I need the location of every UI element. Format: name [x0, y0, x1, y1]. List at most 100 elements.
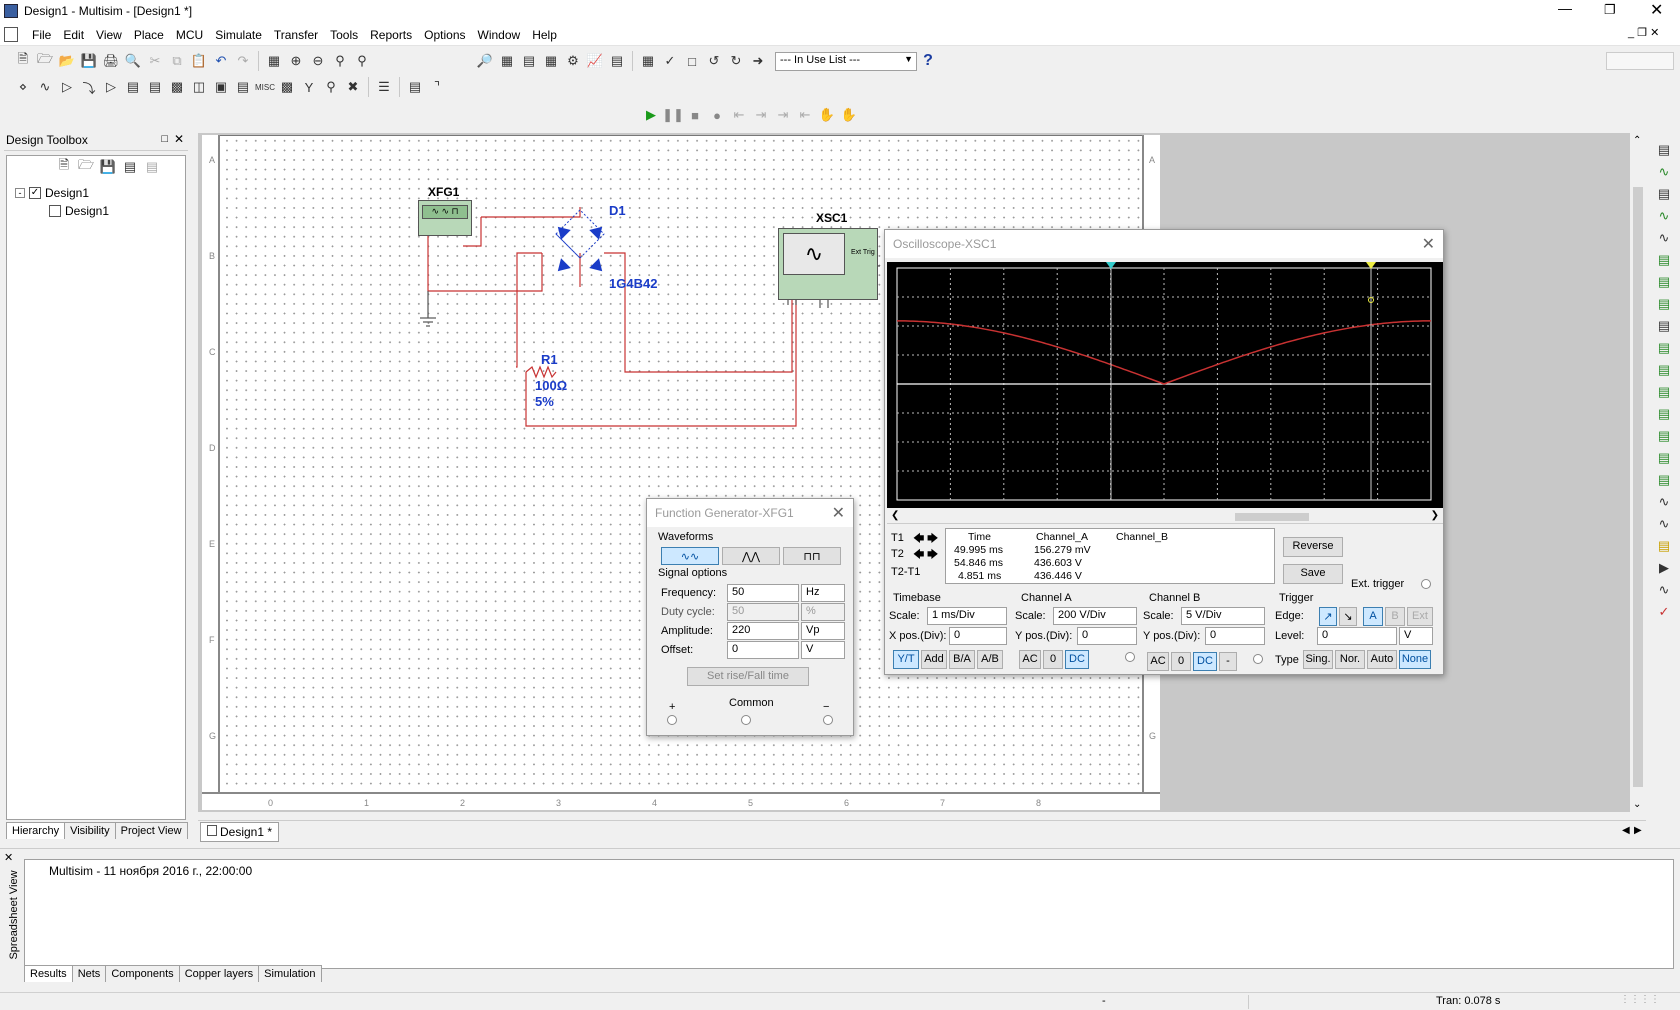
fgen-close-icon[interactable]: ✕ [832, 503, 845, 523]
scroll-right-icon[interactable]: ❯ [1431, 510, 1439, 521]
bode-plotter-icon[interactable]: ▤ [1654, 250, 1674, 270]
level-input[interactable]: 0 [1317, 627, 1397, 645]
offset-unit[interactable]: V [801, 641, 845, 659]
level-unit[interactable]: V [1399, 627, 1433, 645]
logic-converter-icon[interactable]: ▤ [1654, 316, 1674, 336]
set-rise-fall-button[interactable]: Set rise/Fall time [687, 667, 809, 686]
network-analyzer-icon[interactable]: ▤ [1654, 426, 1674, 446]
tab-project-view[interactable]: Project View [114, 822, 188, 839]
frequency-counter-icon[interactable]: ▤ [1654, 272, 1674, 292]
rising-edge-button[interactable]: ↗ [1319, 607, 1337, 626]
cha-ypos-input[interactable]: 0 [1077, 627, 1137, 645]
scroll-up-icon[interactable]: ⌃ [1633, 135, 1641, 146]
scope-scrollbar[interactable]: ❮ ❯ [887, 510, 1443, 524]
tab-scroll-right-icon[interactable]: ▶ [1634, 825, 1642, 836]
normal-button[interactable]: Nor. [1335, 650, 1365, 669]
auto-button[interactable]: Auto [1367, 650, 1397, 669]
trigger-b-button[interactable]: B [1385, 607, 1405, 626]
frequency-input[interactable]: 50 [727, 584, 799, 602]
oscilloscope-icon[interactable]: ∿ [1654, 206, 1674, 226]
t2-right-icon[interactable]: 🡆 [927, 546, 938, 565]
cha-scale-input[interactable]: 200 V/Div [1053, 607, 1137, 625]
distortion-analyzer-icon[interactable]: ▤ [1654, 382, 1674, 402]
spreadsheet-close-icon[interactable]: ✕ [4, 851, 13, 864]
chb-scale-input[interactable]: 5 V/Div [1181, 607, 1265, 625]
tab-hierarchy[interactable]: Hierarchy [6, 822, 66, 839]
wattmeter-icon[interactable]: ▤ [1654, 184, 1674, 204]
scope-close-icon[interactable]: ✕ [1422, 234, 1435, 254]
offset-input[interactable]: 0 [727, 641, 799, 659]
chb-minus-button[interactable]: - [1219, 652, 1237, 671]
tab-components[interactable]: Components [105, 965, 180, 982]
single-button[interactable]: Sing. [1303, 650, 1333, 669]
none-button[interactable]: None [1399, 650, 1431, 669]
common-terminal[interactable] [741, 715, 751, 725]
tektronix-scope-icon[interactable]: ∿ [1654, 514, 1674, 534]
tab-scroll-left-icon[interactable]: ◀ [1622, 825, 1630, 836]
scroll-down-icon[interactable]: ⌄ [1633, 799, 1641, 810]
timebase-scale-input[interactable]: 1 ms/Div [927, 607, 1007, 625]
function-generator-icon[interactable]: ∿ [1654, 162, 1674, 182]
agilent-multimeter-icon[interactable]: ▤ [1654, 470, 1674, 490]
scroll-left-icon[interactable]: ❮ [891, 510, 899, 521]
logic-analyzer-icon[interactable]: ▤ [1654, 338, 1674, 358]
tab-results[interactable]: Results [24, 965, 73, 982]
ni-elvis-icon[interactable]: ▶ [1654, 558, 1674, 578]
cha-dc-button[interactable]: DC [1065, 650, 1089, 669]
labview-icon[interactable]: ▤ [1654, 536, 1674, 556]
falling-edge-button[interactable]: ↘ [1339, 607, 1357, 626]
sine-wave-button[interactable]: ∿∿ [661, 547, 719, 565]
agilent-scope-icon[interactable]: ∿ [1654, 492, 1674, 512]
restore-button[interactable]: ❐ [1604, 2, 1616, 18]
duty-cycle-input[interactable]: 50 [727, 603, 799, 621]
tab-copper-layers[interactable]: Copper layers [178, 965, 260, 982]
amplitude-unit[interactable]: Vp [801, 622, 845, 640]
chb-zero-button[interactable]: 0 [1171, 652, 1191, 671]
cha-zero-button[interactable]: 0 [1043, 650, 1063, 669]
xpos-input[interactable]: 0 [949, 627, 1007, 645]
word-generator-icon[interactable]: ▤ [1654, 294, 1674, 314]
probe-icon[interactable]: ✓ [1654, 602, 1674, 622]
mdi-minimize[interactable]: _ ❐ ✕ [1628, 26, 1659, 39]
close-button[interactable]: ✕ [1650, 0, 1663, 20]
oscilloscope-instrument[interactable]: ∿ Ext Trig [778, 228, 878, 300]
tab-design1[interactable]: Design1 * [200, 822, 280, 842]
amplitude-input[interactable]: 220 [727, 622, 799, 640]
tab-visibility[interactable]: Visibility [64, 822, 116, 839]
trigger-ext-button[interactable]: Ext [1407, 607, 1433, 626]
chb-dc-button[interactable]: DC [1193, 652, 1217, 671]
agilent-generator-icon[interactable]: ▤ [1654, 448, 1674, 468]
chb-ypos-input[interactable]: 0 [1205, 627, 1265, 645]
ab-button[interactable]: A/B [977, 650, 1003, 669]
current-probe-icon[interactable]: ∿ [1654, 580, 1674, 600]
tab-nets[interactable]: Nets [71, 965, 107, 982]
vscroll-thumb[interactable] [1633, 187, 1643, 787]
vertical-scrollbar[interactable]: ⌃ ⌄ [1630, 133, 1646, 812]
triangle-wave-button[interactable]: ⋀⋀ [722, 547, 780, 565]
ext-trigger-terminal[interactable] [1421, 579, 1431, 589]
scroll-thumb[interactable] [1235, 513, 1309, 521]
function-generator-instrument[interactable]: ∿ ∿ ⊓ [418, 200, 472, 236]
yt-button[interactable]: Y/T [893, 650, 919, 669]
minus-terminal[interactable] [823, 715, 833, 725]
trigger-a-button[interactable]: A [1363, 607, 1383, 626]
tab-simulation[interactable]: Simulation [258, 965, 322, 982]
ba-button[interactable]: B/A [949, 650, 975, 669]
add-button[interactable]: Add [921, 650, 947, 669]
multimeter-icon[interactable]: ▤ [1654, 140, 1674, 160]
chb-ac-button[interactable]: AC [1147, 652, 1169, 671]
iv-analyzer-icon[interactable]: ▤ [1654, 360, 1674, 380]
plus-terminal[interactable] [667, 715, 677, 725]
square-wave-button[interactable]: ⊓⊓ [783, 547, 841, 565]
cha-ac-button[interactable]: AC [1019, 650, 1041, 669]
layout-icons[interactable] [1606, 52, 1674, 70]
four-channel-scope-icon[interactable]: ∿ [1654, 228, 1674, 248]
t2-left-icon[interactable]: 🡄 [913, 546, 924, 565]
reverse-button[interactable]: Reverse [1283, 537, 1343, 557]
chb-terminal[interactable] [1253, 654, 1263, 664]
save-button[interactable]: Save [1283, 564, 1343, 584]
duty-cycle-unit[interactable]: % [801, 603, 845, 621]
frequency-unit[interactable]: Hz [801, 584, 845, 602]
cha-terminal[interactable] [1125, 652, 1135, 662]
minimize-button[interactable]: — [1558, 0, 1572, 16]
